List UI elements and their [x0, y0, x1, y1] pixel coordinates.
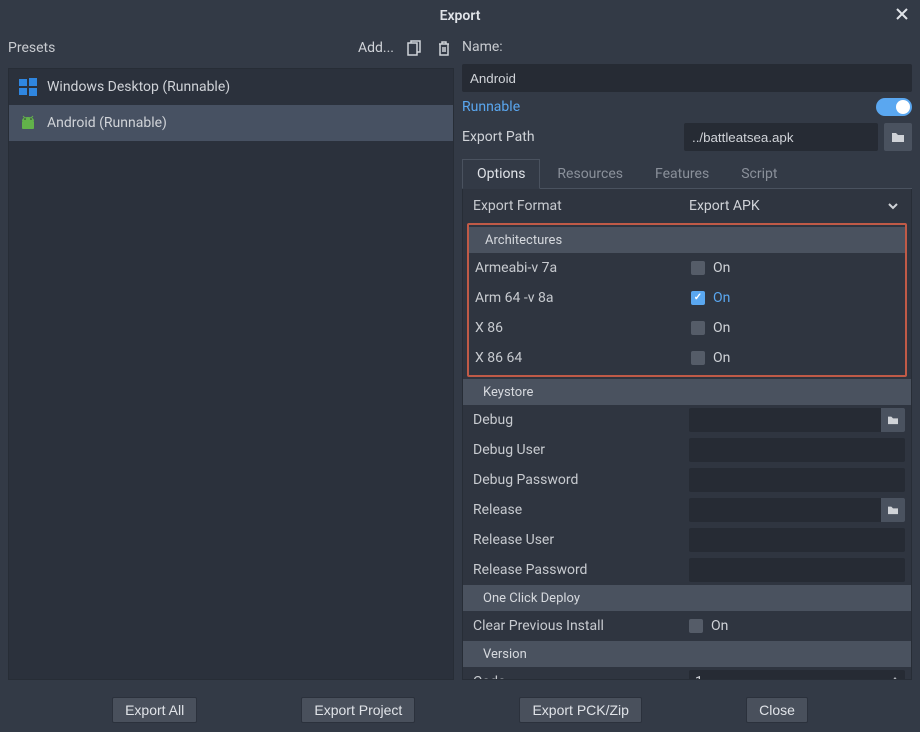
arch-armeabi-row: Armeabi-v 7a On: [469, 253, 905, 283]
preset-item-label: Windows Desktop (Runnable): [47, 79, 230, 95]
export-format-label: Export Format: [473, 198, 683, 214]
version-code-input[interactable]: 1: [689, 670, 905, 680]
export-format-value: Export APK: [689, 198, 760, 214]
preset-name-input[interactable]: [462, 64, 912, 92]
on-label: On: [713, 290, 730, 306]
debug-user-label: Debug User: [473, 442, 683, 458]
tab-options[interactable]: Options: [462, 159, 540, 189]
arch-label: Armeabi-v 7a: [475, 260, 685, 276]
tabs: Options Resources Features Script: [462, 158, 912, 189]
release-user-row: Release User: [463, 525, 911, 555]
runnable-toggle[interactable]: [876, 98, 912, 116]
version-code-value: 1: [695, 674, 703, 680]
debug-user-row: Debug User: [463, 435, 911, 465]
release-label: Release: [473, 502, 683, 518]
release-row: Release: [463, 495, 911, 525]
arch-label: X 86 64: [475, 350, 685, 366]
export-pck-button[interactable]: Export PCK/Zip: [519, 697, 641, 723]
spin-arrows-icon: [891, 677, 899, 681]
on-label: On: [713, 320, 730, 336]
trash-icon: [437, 40, 451, 56]
window-title: Export: [440, 8, 481, 24]
arch-x8664-checkbox[interactable]: [691, 351, 705, 365]
debug-user-input[interactable]: [689, 438, 905, 462]
on-label: On: [713, 260, 730, 276]
export-all-button[interactable]: Export All: [112, 697, 197, 723]
preset-item-windows[interactable]: Windows Desktop (Runnable): [9, 69, 453, 105]
debug-password-input[interactable]: [689, 468, 905, 492]
folder-icon: [887, 505, 899, 515]
preset-list: Windows Desktop (Runnable) Android (Runn…: [8, 68, 454, 680]
add-preset-button[interactable]: Add...: [358, 40, 394, 56]
export-path-browse-button[interactable]: [884, 123, 912, 151]
arch-arm64-row: Arm 64 -v 8a On: [469, 283, 905, 313]
tab-resources[interactable]: Resources: [542, 159, 638, 189]
folder-icon: [887, 415, 899, 425]
release-password-label: Release Password: [473, 562, 683, 578]
release-password-row: Release Password: [463, 555, 911, 585]
copy-icon: [407, 40, 421, 56]
close-icon: [896, 8, 908, 20]
window-close-button[interactable]: [892, 4, 912, 24]
version-code-row: Code 1: [463, 667, 911, 680]
release-user-input[interactable]: [689, 528, 905, 552]
delete-preset-button[interactable]: [434, 38, 454, 58]
export-dialog: Export Presets Add...: [0, 0, 920, 732]
export-format-dropdown[interactable]: Export APK: [689, 194, 905, 218]
debug-password-label: Debug Password: [473, 472, 683, 488]
debug-row: Debug: [463, 405, 911, 435]
folder-icon: [891, 131, 905, 143]
export-path-label: Export Path: [462, 129, 535, 145]
presets-label: Presets: [8, 40, 55, 56]
name-label: Name:: [462, 39, 503, 55]
clear-previous-checkbox[interactable]: [689, 619, 703, 633]
debug-label: Debug: [473, 412, 683, 428]
windows-icon: [17, 76, 39, 98]
release-input[interactable]: [689, 498, 881, 522]
export-project-button[interactable]: Export Project: [301, 697, 415, 723]
arch-x8664-row: X 86 64 On: [469, 343, 905, 373]
arch-label: X 86: [475, 320, 685, 336]
clear-previous-row: Clear Previous Install On: [463, 611, 911, 641]
android-icon: [17, 112, 39, 134]
export-format-row: Export Format Export APK: [463, 191, 911, 221]
version-header: Version: [463, 641, 911, 667]
chevron-down-icon: [887, 200, 899, 212]
on-label: On: [711, 618, 728, 634]
preset-item-label: Android (Runnable): [47, 115, 167, 131]
footer: Export All Export Project Export PCK/Zip…: [0, 688, 920, 732]
release-password-input[interactable]: [689, 558, 905, 582]
one-click-header: One Click Deploy: [463, 585, 911, 611]
tab-script[interactable]: Script: [726, 159, 792, 189]
arch-x86-checkbox[interactable]: [691, 321, 705, 335]
on-label: On: [713, 350, 730, 366]
debug-password-row: Debug Password: [463, 465, 911, 495]
copy-preset-button[interactable]: [404, 38, 424, 58]
arch-label: Arm 64 -v 8a: [475, 290, 685, 306]
keystore-header: Keystore: [463, 379, 911, 405]
arch-armeabi-checkbox[interactable]: [691, 261, 705, 275]
tab-features[interactable]: Features: [640, 159, 724, 189]
arch-x86-row: X 86 On: [469, 313, 905, 343]
export-path-input[interactable]: [684, 123, 878, 151]
release-browse-button[interactable]: [881, 498, 905, 522]
architectures-highlight: Architectures Armeabi-v 7a On Arm 64 -v …: [467, 223, 907, 377]
debug-browse-button[interactable]: [881, 408, 905, 432]
settings-column: Name: Runnable Export Path Options Resou…: [462, 32, 912, 680]
arch-arm64-checkbox[interactable]: [691, 291, 705, 305]
debug-input[interactable]: [689, 408, 881, 432]
preset-item-android[interactable]: Android (Runnable): [9, 105, 453, 141]
presets-column: Presets Add... Windows Desktop (Ru: [8, 32, 454, 680]
clear-previous-label: Clear Previous Install: [473, 618, 683, 634]
runnable-label: Runnable: [462, 99, 520, 115]
version-code-label: Code: [473, 674, 683, 680]
titlebar: Export: [0, 0, 920, 32]
release-user-label: Release User: [473, 532, 683, 548]
options-panel[interactable]: Export Format Export APK Architectures A…: [462, 189, 912, 680]
architectures-header: Architectures: [469, 227, 905, 253]
close-button[interactable]: Close: [746, 697, 808, 723]
